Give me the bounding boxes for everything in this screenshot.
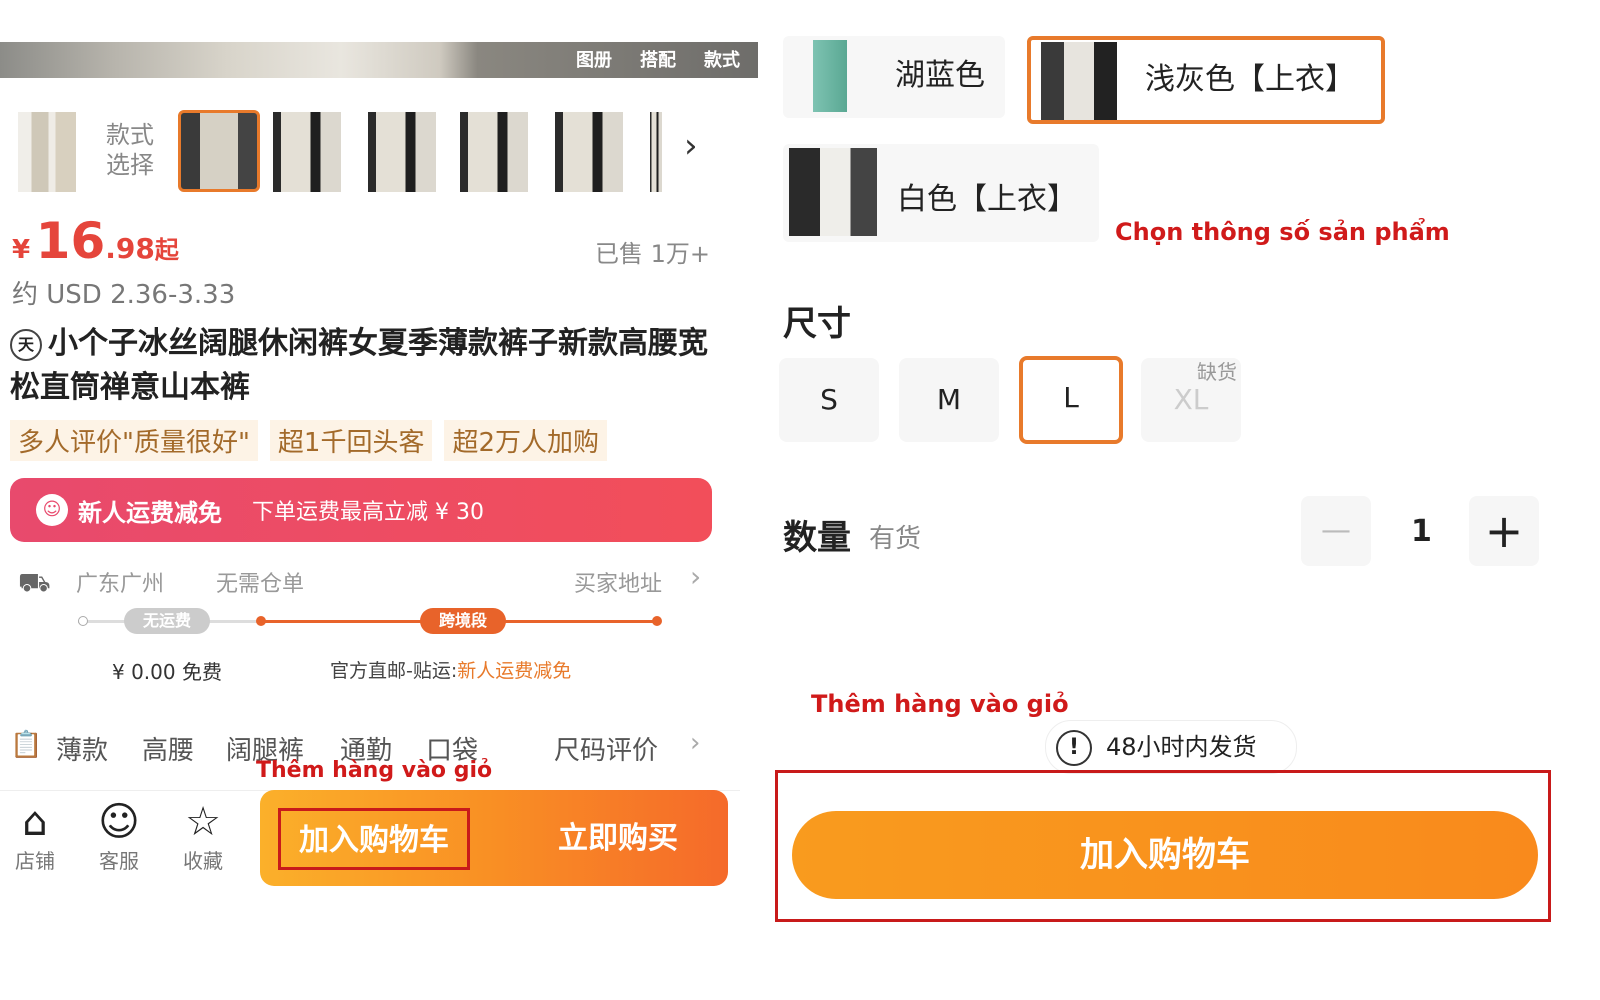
tag-quality: 多人评价"质量很好" <box>10 420 258 461</box>
size-option-m[interactable]: M <box>899 358 999 442</box>
shipping-track: 无运费 跨境段 <box>78 608 662 634</box>
favorite-button[interactable]: ☆ 收藏 <box>168 799 238 874</box>
annotation-add-to-cart: Thêm hàng vào giỏ <box>811 690 1069 718</box>
style-thumbnail[interactable] <box>555 112 623 192</box>
track-leg-free: 无运费 <box>124 608 210 634</box>
annotation-choose-spec: Chọn thông số sản phẩm <box>1115 218 1450 246</box>
style-thumbnail[interactable] <box>460 112 528 192</box>
alert-icon: ! <box>1056 730 1092 766</box>
chevron-right-icon[interactable]: › <box>684 126 698 166</box>
shipping-notice: ! 48小时内发货 <box>1045 720 1297 774</box>
buyer-address-link[interactable]: 买家地址 <box>574 566 662 598</box>
style-thumbnail-selected[interactable] <box>178 110 260 192</box>
style-thumbnail[interactable] <box>650 112 662 192</box>
price-suffix: 起 <box>154 236 179 264</box>
quantity-label: 数量 <box>783 518 851 558</box>
left-panel: 图册 搭配 款式 款式选择 › ¥ 16.98起 已售 1万+ 约 USD 2.… <box>0 0 770 1000</box>
official-shipping: 官方直邮-贴运:新人运费减免 <box>330 656 571 683</box>
style-thumbnail[interactable] <box>368 112 436 192</box>
highlight-tags: 多人评价"质量很好" 超1千回头客 超2万人加购 <box>10 420 608 461</box>
sold-count: 已售 1万+ <box>594 240 710 268</box>
tmall-icon: 天 <box>10 328 42 361</box>
color-swatch-image <box>789 148 877 236</box>
attr-item: 高腰 <box>142 736 195 766</box>
color-option[interactable]: 白色【上衣】 <box>783 144 1099 242</box>
official-shipping-prefix: 官方直邮-贴运: <box>330 660 458 682</box>
color-option-selected[interactable]: 浅灰色【上衣】 <box>1027 36 1385 124</box>
quantity-minus-button[interactable]: — <box>1301 496 1371 566</box>
size-review-link[interactable]: 尺码评价 <box>554 730 658 767</box>
buy-now-button[interactable]: 立即购买 <box>508 808 728 870</box>
highlight-box: 加入购物车 <box>775 770 1551 922</box>
color-option[interactable]: 湖蓝色 <box>783 36 1005 118</box>
size-option-l[interactable]: L <box>1019 356 1123 444</box>
color-option-label: 白色【上衣】 <box>897 182 1077 217</box>
annotation-add-to-cart: Thêm hàng vào giỏ <box>256 758 493 783</box>
out-of-stock-badge: 缺货 <box>1197 360 1237 384</box>
track-leg-crossborder: 跨境段 <box>420 608 506 634</box>
price-currency: ¥ <box>12 235 31 265</box>
shop-button[interactable]: ⌂ 店铺 <box>0 799 70 874</box>
add-to-cart-button[interactable]: 加入购物车 <box>278 808 470 870</box>
tag-returning: 超1千回头客 <box>269 420 433 461</box>
product-title: 天小个子冰丝阔腿休闲裤女夏季薄款裤子新款高腰宽松直筒禅意山本裤 <box>10 322 710 410</box>
price-integer: 16 <box>35 212 106 270</box>
usd-price: 约 USD 2.36-3.33 <box>12 280 236 310</box>
service-icon: ☺ <box>98 799 140 845</box>
color-option-label: 浅灰色【上衣】 <box>1145 62 1355 97</box>
track-dot <box>256 616 266 626</box>
official-shipping-highlight: 新人运费减免 <box>457 660 572 682</box>
shipping-info: ⛟ 广东广州 无需仓单 买家地址 › 无运费 跨境段 ¥ 0.00 免费 官方直… <box>18 560 718 694</box>
ship-warehouse: 无需仓单 <box>216 572 305 597</box>
quantity-plus-button[interactable]: + <box>1469 496 1539 566</box>
store-icon: ⌂ <box>22 799 48 845</box>
color-swatch-image <box>813 40 847 112</box>
track-dot <box>652 616 662 626</box>
size-option-s[interactable]: S <box>779 358 879 442</box>
right-panel: 湖蓝色 浅灰色【上衣】 白色【上衣】 Chọn thông số sản phẩ… <box>775 0 1600 1000</box>
color-option-label: 湖蓝色 <box>895 58 985 93</box>
truck-icon: ⛟ <box>18 568 51 598</box>
chevron-right-icon[interactable]: › <box>690 560 701 593</box>
banner-tag-album[interactable]: 图册 <box>576 46 612 72</box>
stock-status: 有货 <box>869 524 922 554</box>
attr-item: 薄款 <box>56 736 109 766</box>
add-to-cart-button[interactable]: 加入购物车 <box>792 811 1538 899</box>
style-select-label[interactable]: 款式选择 <box>106 120 170 180</box>
chevron-right-icon[interactable]: › <box>690 728 700 758</box>
style-thumbnail-row: 款式选择 › <box>18 110 738 194</box>
banner-tag-style[interactable]: 款式 <box>704 46 740 72</box>
promo-text: 下单运费最高立减 ¥ 30 <box>252 500 484 525</box>
promo-title: 新人运费减免 <box>78 498 222 527</box>
style-thumbnail[interactable] <box>18 112 86 192</box>
banner-tag-outfit[interactable]: 搭配 <box>640 46 676 72</box>
tag-cart-adds: 超2万人加购 <box>444 420 608 461</box>
purchase-bar: 加入购物车 立即购买 <box>260 790 728 886</box>
size-label: 尺寸 <box>783 304 851 344</box>
product-image-banner: 图册 搭配 款式 <box>0 42 758 78</box>
promo-icon: ☺ <box>36 494 68 526</box>
quantity-value[interactable]: 1 <box>1411 514 1432 549</box>
favorite-label: 收藏 <box>183 849 223 873</box>
new-user-shipping-promo[interactable]: ☺ 新人运费减免 下单运费最高立减 ¥ 30 <box>10 478 712 542</box>
clipboard-icon: 📋 <box>10 730 43 760</box>
style-thumbnail[interactable] <box>273 112 341 192</box>
price-decimal: .98 <box>105 232 155 265</box>
track-dot <box>78 616 88 626</box>
price: ¥ 16.98起 <box>12 212 179 270</box>
ship-origin: 广东广州 <box>76 572 165 597</box>
shop-label: 店铺 <box>15 849 55 873</box>
product-title-text: 小个子冰丝阔腿休闲裤女夏季薄款裤子新款高腰宽松直筒禅意山本裤 <box>10 326 708 405</box>
star-icon: ☆ <box>185 799 221 845</box>
service-label: 客服 <box>99 849 139 873</box>
color-swatch-image <box>1041 42 1117 120</box>
shipping-notice-text: 48小时内发货 <box>1106 733 1257 761</box>
shipping-fee: ¥ 0.00 免费 <box>112 660 222 684</box>
customer-service-button[interactable]: ☺ 客服 <box>84 799 154 874</box>
